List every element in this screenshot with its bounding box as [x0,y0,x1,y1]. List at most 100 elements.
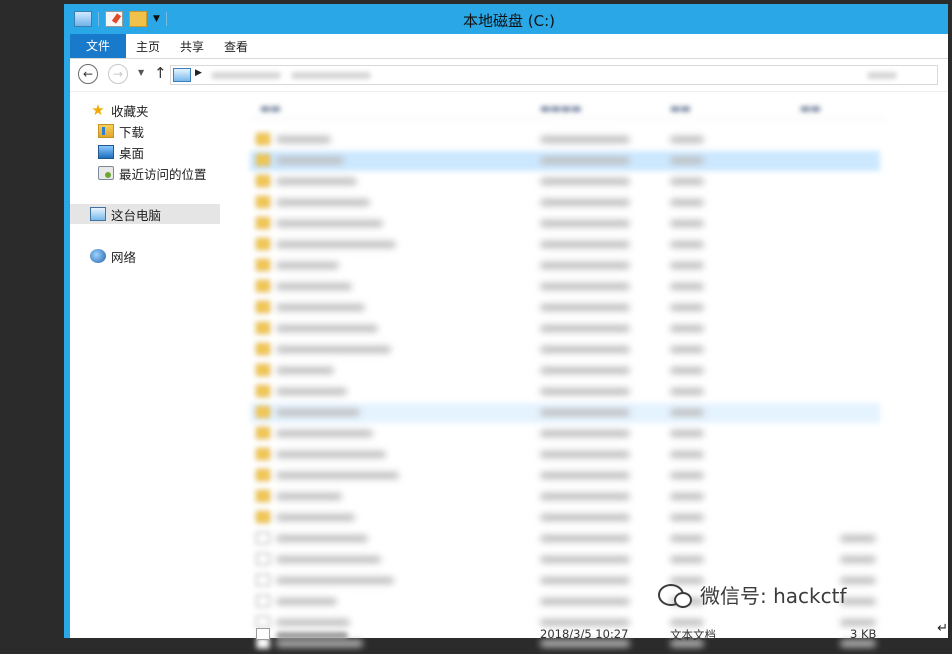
folder-icon [256,406,270,418]
nav-downloads[interactable]: 下载 [98,121,144,141]
folder-icon [256,385,270,397]
file-row-blurred[interactable] [250,340,880,360]
nav-network-label: 网络 [111,249,137,265]
file-date-blurred [540,157,630,164]
file-row-blurred[interactable] [250,445,880,465]
nav-network[interactable]: 网络 [90,246,136,266]
address-bar-row: ← → ▼ ↑ ▶ [70,59,948,92]
folder-icon [256,133,270,145]
file-date-blurred [540,262,630,269]
file-row-blurred[interactable] [250,550,880,570]
folder-icon [256,238,270,250]
file-type-blurred [670,136,704,143]
forward-button[interactable]: → [108,64,128,84]
file-row-blurred[interactable] [250,235,880,255]
file-row-blurred[interactable] [250,508,880,528]
nav-recent-places[interactable]: 最近访问的位置 [98,163,207,183]
file-row-blurred[interactable] [250,382,880,402]
file-type-blurred [670,493,704,500]
file-icon [256,595,270,607]
file-row-blurred[interactable] [250,256,880,276]
file-type-blurred [670,178,704,185]
file-row-blurred[interactable] [250,151,880,171]
header-date-blurred[interactable]: ▬▬▬▬ [540,102,582,115]
wechat-watermark: 微信号: hackctf [658,580,846,609]
file-date-blurred [540,472,630,479]
file-row-blurred[interactable] [250,193,880,213]
folder-icon [256,490,270,502]
recent-locations-chevron-icon[interactable]: ▼ [138,68,144,77]
folder-icon [256,343,270,355]
file-date-blurred [540,367,630,374]
tab-home[interactable]: 主页 [136,38,160,55]
nav-this-pc[interactable]: 这台电脑 [70,204,220,224]
file-type-blurred [670,346,704,353]
computer-icon [173,68,191,82]
file-name-blurred [276,409,360,416]
file-name-blurred [276,619,350,626]
file-row-blurred[interactable] [250,529,880,549]
header-name-blurred[interactable]: ▬▬ [260,102,281,115]
file-type-blurred [670,409,704,416]
file-type-blurred [670,535,704,542]
file-date-blurred [540,514,630,521]
file-name-blurred [276,157,344,164]
file-row-blurred[interactable] [250,361,880,381]
file-type-blurred [670,325,704,332]
file-icon [256,553,270,565]
title-bar: ▼ 本地磁盘 (C:) [70,4,948,34]
tab-view[interactable]: 查看 [224,38,248,55]
desktop-icon [98,145,114,159]
file-date-blurred [540,283,630,290]
file-name-blurred [276,367,334,374]
file-row-blurred[interactable] [250,277,880,297]
file-date-blurred [540,346,630,353]
file-row-blurred[interactable] [250,424,880,444]
file-name-blurred [276,388,347,395]
file-row-blurred[interactable] [250,466,880,486]
folder-icon [256,175,270,187]
breadcrumb-chevron-icon[interactable]: ▶ [195,68,202,78]
file-type-blurred [670,241,704,248]
file-type-blurred [670,451,704,458]
file-type-blurred [670,262,704,269]
file-name-blurred [276,577,394,584]
file-row-blurred[interactable] [250,172,880,192]
file-name-blurred [276,451,386,458]
file-row-blurred[interactable] [250,130,880,150]
downloads-folder-icon [98,124,114,138]
watermark-text: 微信号: hackctf [700,584,847,608]
file-row-blurred[interactable] [250,487,880,507]
file-row-blurred[interactable] [250,298,880,318]
file-row-visible[interactable]: 2018/3/5 10:27 文本文档 3 KB [250,627,890,642]
file-date: 2018/3/5 10:27 [540,627,629,641]
file-row-blurred[interactable] [250,403,880,423]
file-type-blurred [670,388,704,395]
folder-icon [256,469,270,481]
tab-file[interactable]: 文件 [70,34,126,58]
nav-desktop[interactable]: 桌面 [98,142,144,162]
up-button[interactable]: ↑ [154,64,167,82]
folder-icon [256,301,270,313]
file-row-blurred[interactable] [250,319,880,339]
file-name-blurred [276,430,373,437]
star-icon: ★ [91,101,105,119]
file-icon [256,532,270,544]
wechat-logo-icon [658,583,692,608]
file-date-blurred [540,535,630,542]
file-name-blurred [276,178,357,185]
file-date-blurred [540,409,630,416]
file-date-blurred [540,388,630,395]
tab-share[interactable]: 共享 [180,38,204,55]
file-type-blurred [670,304,704,311]
header-type-blurred[interactable]: ▬▬ [670,102,691,115]
file-size-blurred [840,556,876,563]
nav-favorites[interactable]: ★ 收藏夹 [90,100,148,120]
address-field[interactable]: ▶ [170,65,938,85]
file-row-blurred[interactable] [250,214,880,234]
folder-icon [256,196,270,208]
file-date-blurred [540,178,630,185]
address-controls-blurred [867,72,897,79]
back-button[interactable]: ← [78,64,98,84]
header-size-blurred[interactable]: ▬▬ [800,102,821,115]
